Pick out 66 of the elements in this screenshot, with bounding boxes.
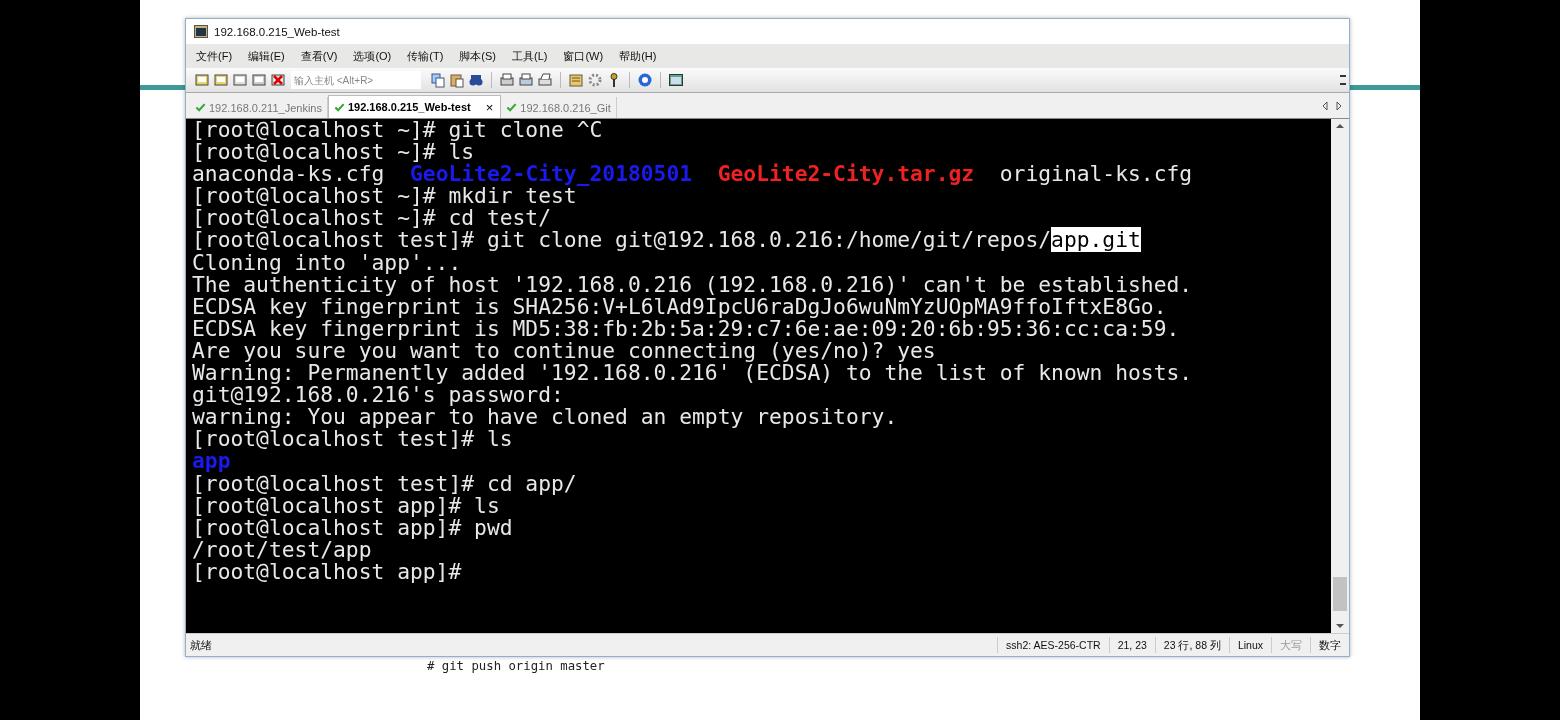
terminal-line: [root@localhost app]# pwd xyxy=(192,516,513,539)
check-icon xyxy=(195,102,206,113)
menu-item[interactable]: 脚本(S) xyxy=(457,47,498,65)
session-tab[interactable]: 192.168.0.216_Git xyxy=(501,97,617,118)
terminal-line: Cloning into 'app'... xyxy=(192,251,462,274)
help-icon[interactable] xyxy=(637,72,653,88)
scrollbar[interactable] xyxy=(1331,119,1349,633)
app-icon xyxy=(194,25,208,38)
tab-scroll-arrows-icon[interactable] xyxy=(1321,100,1343,111)
copy-icon[interactable] xyxy=(430,72,446,88)
paste-icon[interactable] xyxy=(449,72,465,88)
session-icon[interactable] xyxy=(232,72,248,88)
status-field: ssh2: AES-256-CTR xyxy=(997,637,1109,653)
terminal-line: Warning: Permanently added '192.168.0.216' (ECDSA) to the list of known hosts. xyxy=(192,362,1193,385)
terminal-line: [root@localhost test]# ls xyxy=(192,428,513,451)
menu-item[interactable]: 传输(T) xyxy=(405,47,446,65)
printer-icon[interactable] xyxy=(537,72,553,88)
check-icon xyxy=(333,101,345,113)
status-field: 大写 xyxy=(1271,637,1310,653)
terminal-screen[interactable] xyxy=(186,119,1331,633)
terminal-line: [root@localhost app]# xyxy=(192,560,462,583)
menu-item[interactable]: 文件(F) xyxy=(194,47,235,65)
window-icon[interactable] xyxy=(668,72,684,88)
menu-item[interactable]: 查看(V) xyxy=(298,47,340,65)
session-tab[interactable]: 192.168.0.211_Jenkins xyxy=(190,97,328,118)
terminal-line: [root@localhost test]# git clone git@192.168.0.216:/home/git/repos/app.git xyxy=(192,229,1141,252)
printer-icon[interactable] xyxy=(518,72,534,88)
status-field: Linux xyxy=(1228,637,1271,653)
printer-icon[interactable] xyxy=(499,72,515,88)
disconnect-icon[interactable] xyxy=(270,72,286,88)
terminal-line: The authenticity of host '192.168.0.216 (192.168.0.216)' can't be established. xyxy=(192,273,1193,296)
terminal-line: ECDSA key fingerprint is MD5:38:fb:2b:5a:29:c7:6e:ae:09:20:6b:95:36:cc:ca:59. xyxy=(192,317,1180,340)
terminal-line: [root@localhost ~]# mkdir test xyxy=(192,185,577,208)
menu-item[interactable]: 帮助(H) xyxy=(617,47,659,65)
status-message: 就绪 xyxy=(189,638,213,653)
terminal-line: ECDSA key fingerprint is SHA256:V+L6lAd9IpcU6raDgJo6wuNmYzUOpMA9ffoIftxE8Go. xyxy=(192,295,1167,318)
window-title: 192.168.0.215_Web-test xyxy=(214,25,340,38)
terminal-line: warning: You appear to have cloned an empty repository. xyxy=(192,406,898,429)
terminal-line: [root@localhost ~]# ls xyxy=(192,141,475,164)
scrollbar-thumb[interactable] xyxy=(1333,577,1347,611)
background-text: # git push origin master xyxy=(427,659,606,673)
terminal-line: [root@localhost ~]# cd test/ xyxy=(192,207,551,230)
terminal-line: Are you sure you want to continue connecting (yes/no)? yes xyxy=(192,339,936,363)
toolbar-overflow-icon[interactable] xyxy=(1340,75,1346,85)
status-field: 数字 xyxy=(1310,637,1349,653)
terminal-line: anaconda-ks.cfg GeoLite2-City_20180501 GeoLite2-City.tar.gz original-ks.cfg xyxy=(192,163,1193,186)
terminal-line: [root@localhost ~]# git clone ^C xyxy=(192,119,603,142)
terminal-line: app xyxy=(192,450,231,473)
options-icon[interactable] xyxy=(568,72,584,88)
terminal-line: /root/test/app xyxy=(192,538,372,561)
terminal-line: [root@localhost test]# cd app/ xyxy=(192,472,577,495)
status-field: 21, 23 xyxy=(1108,637,1155,653)
host-field[interactable]: 输入主机 <Alt+R> xyxy=(291,71,421,89)
status-field: 23 行, 88 列 xyxy=(1154,637,1229,653)
close-button[interactable]: × xyxy=(483,99,496,115)
menu-item[interactable]: 编辑(E) xyxy=(246,47,287,65)
quick-connect-icon[interactable] xyxy=(213,72,229,88)
session-tab[interactable]: 192.168.0.215_Web-test × xyxy=(327,95,502,118)
reconnect-icon[interactable] xyxy=(251,72,267,88)
terminal-line: [root@localhost app]# ls xyxy=(192,494,500,517)
connect-icon[interactable] xyxy=(194,72,210,88)
menu-item[interactable]: 选项(O) xyxy=(351,47,394,65)
menu-item[interactable]: 窗口(W) xyxy=(561,47,606,65)
check-icon xyxy=(506,102,518,113)
terminal-line: git@192.168.0.216's password: xyxy=(192,384,564,407)
menu-item[interactable]: 工具(L) xyxy=(510,47,550,65)
